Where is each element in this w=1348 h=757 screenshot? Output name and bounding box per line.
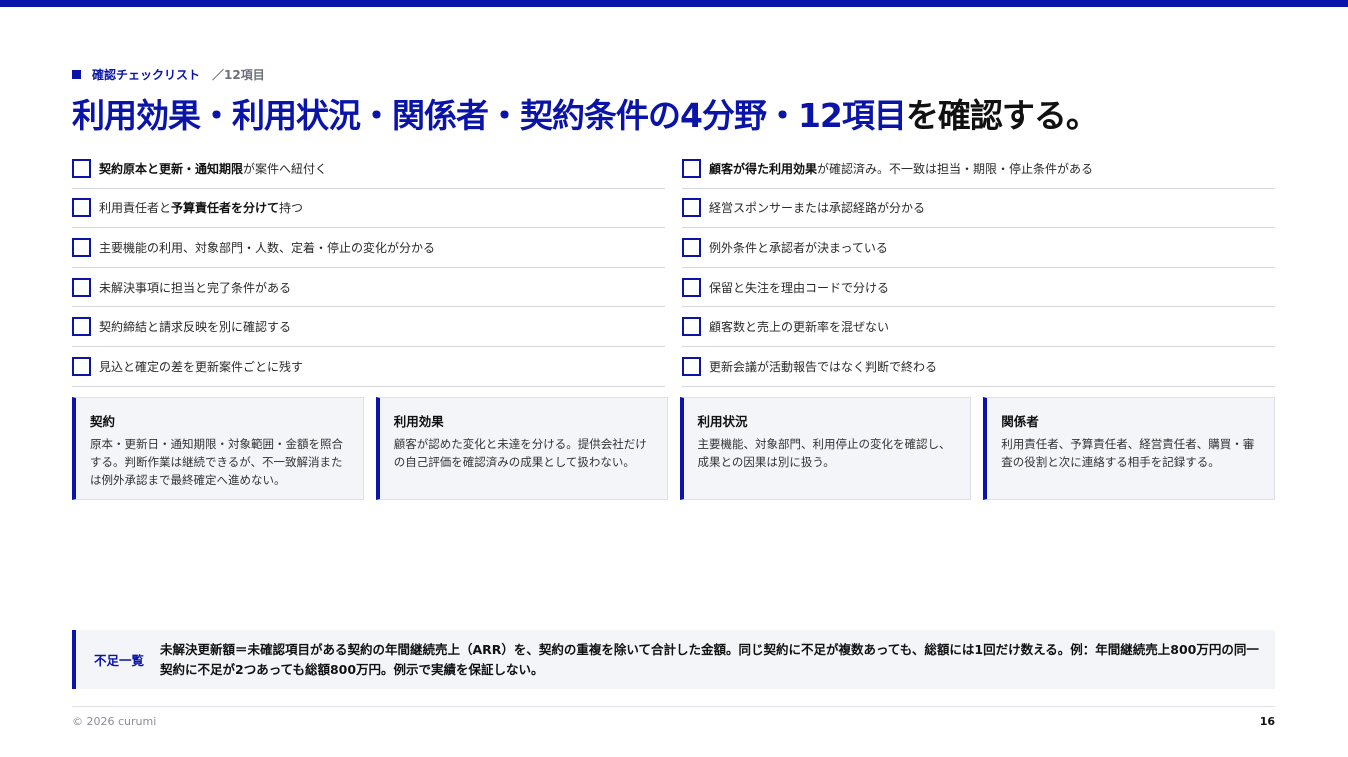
checkbox[interactable] [682,237,701,257]
card-usage-status: 利用状況 主要機能、対象部門、利用停止の変化を確認し、成果との因果は別に扱う。 [679,397,972,500]
top-accent-bar [0,0,1348,7]
checkbox[interactable] [72,277,91,297]
checkbox[interactable] [72,158,91,178]
checklist-item[interactable]: 契約締結と請求反映を別に確認する [72,307,665,347]
card-title: 利用効果 [393,414,444,429]
square-bullet-icon [72,69,81,79]
page-number: 16 [1259,715,1275,728]
item-text: 経営スポンサーまたは承認経路が分かる [709,201,926,216]
card-description: 利用責任者、予算責任者、経営責任者、購買・審査の役割と次に連絡する相手を記録する… [1001,437,1255,469]
item-text: 顧客数と売上の更新率を混ぜない [709,320,890,335]
card-description: 顧客が認めた変化と未達を分ける。提供会社だけの自己評価を確認済みの成果として扱わ… [393,437,647,469]
copyright: © 2026 curumi [72,715,157,728]
page-title-rest: を確認する。 [905,96,1099,135]
checklist-item[interactable]: 顧客が得た利用効果が確認済み。不一致は担当・期限・停止条件がある [682,149,1275,189]
page-title: 利用効果・利用状況・関係者・契約条件の4分野・12項目を確認する。 [72,94,1099,138]
card-contract: 契約 原本・更新日・通知期限・対象範囲・金額を照合する。判断作業は継続できるが、… [72,397,364,500]
card-title: 関係者 [1001,414,1039,429]
card-stakeholders: 関係者 利用責任者、予算責任者、経営責任者、購買・審査の役割と次に連絡する相手を… [983,397,1275,500]
eyebrow: 確認チェックリスト ／12項目 [72,65,265,83]
item-text: 契約締結と請求反映を別に確認する [99,320,292,335]
checklist-item[interactable]: 未解決事項に担当と完了条件がある [72,268,665,308]
checkbox[interactable] [682,158,701,178]
checkbox[interactable] [682,317,701,337]
item-text: 利用責任者と予算責任者を分けて持つ [99,201,304,216]
checklist-item[interactable]: 主要機能の利用、対象部門・人数、定着・停止の変化が分かる [72,228,665,268]
shortfall-text: 未解決更新額＝未確認項目がある契約の年間継続売上（ARR）を、契約の重複を除いて… [160,641,1259,677]
checklist-item[interactable]: 経営スポンサーまたは承認経路が分かる [682,189,1275,229]
page-title-highlight: 利用効果・利用状況・関係者・契約条件の4分野・12項目 [72,96,907,135]
checkbox[interactable] [72,356,91,376]
checkbox[interactable] [682,198,701,218]
eyebrow-label: 確認チェックリスト [92,67,201,82]
card-title: 利用状況 [697,414,748,429]
checklist: 契約原本と更新・通知期限が案件へ紐付く 顧客が得た利用効果が確認済み。不一致は担… [72,149,1275,387]
checklist-item[interactable]: 顧客数と売上の更新率を混ぜない [682,307,1275,347]
shortfall-callout: 不足一覧 未解決更新額＝未確認項目がある契約の年間継続売上（ARR）を、契約の重… [72,630,1275,689]
checklist-item[interactable]: 保留と失注を理由コードで分ける [682,268,1275,308]
checklist-item[interactable]: 利用責任者と予算責任者を分けて持つ [72,189,665,229]
checklist-item[interactable]: 更新会議が活動報告ではなく判断で終わる [682,347,1275,387]
item-text: 契約原本と更新・通知期限が案件へ紐付く [99,161,328,176]
item-text: 主要機能の利用、対象部門・人数、定着・停止の変化が分かる [99,240,436,255]
item-text: 見込と確定の差を更新案件ごとに残す [99,359,304,374]
checklist-item[interactable]: 契約原本と更新・通知期限が案件へ紐付く [72,149,665,189]
card-description: 主要機能、対象部門、利用停止の変化を確認し、成果との因果は別に扱う。 [697,437,951,469]
checklist-item[interactable]: 例外条件と承認者が決まっている [682,228,1275,268]
card-description: 原本・更新日・通知期限・対象範囲・金額を照合する。判断作業は継続できるが、不一致… [90,437,343,487]
checklist-item[interactable]: 見込と確定の差を更新案件ごとに残す [72,347,665,387]
shortfall-label: 不足一覧 [94,653,145,668]
card-usage-effect: 利用効果 顧客が認めた変化と未達を分ける。提供会社だけの自己評価を確認済みの成果… [375,397,668,500]
item-text: 顧客が得た利用効果が確認済み。不一致は担当・期限・停止条件がある [709,161,1094,176]
checkbox[interactable] [72,317,91,337]
item-text: 更新会議が活動報告ではなく判断で終わる [709,359,938,374]
checkbox[interactable] [72,198,91,218]
checkbox[interactable] [682,356,701,376]
category-cards: 契約 原本・更新日・通知期限・対象範囲・金額を照合する。判断作業は継続できるが、… [72,397,1275,500]
item-text: 例外条件と承認者が決まっている [709,240,888,255]
card-title: 契約 [90,414,116,429]
eyebrow-count: ／12項目 [212,67,265,82]
checkbox[interactable] [682,277,701,297]
checkbox[interactable] [72,237,91,257]
footer-divider [72,706,1275,707]
item-text: 未解決事項に担当と完了条件がある [99,280,292,295]
item-text: 保留と失注を理由コードで分ける [709,280,890,295]
